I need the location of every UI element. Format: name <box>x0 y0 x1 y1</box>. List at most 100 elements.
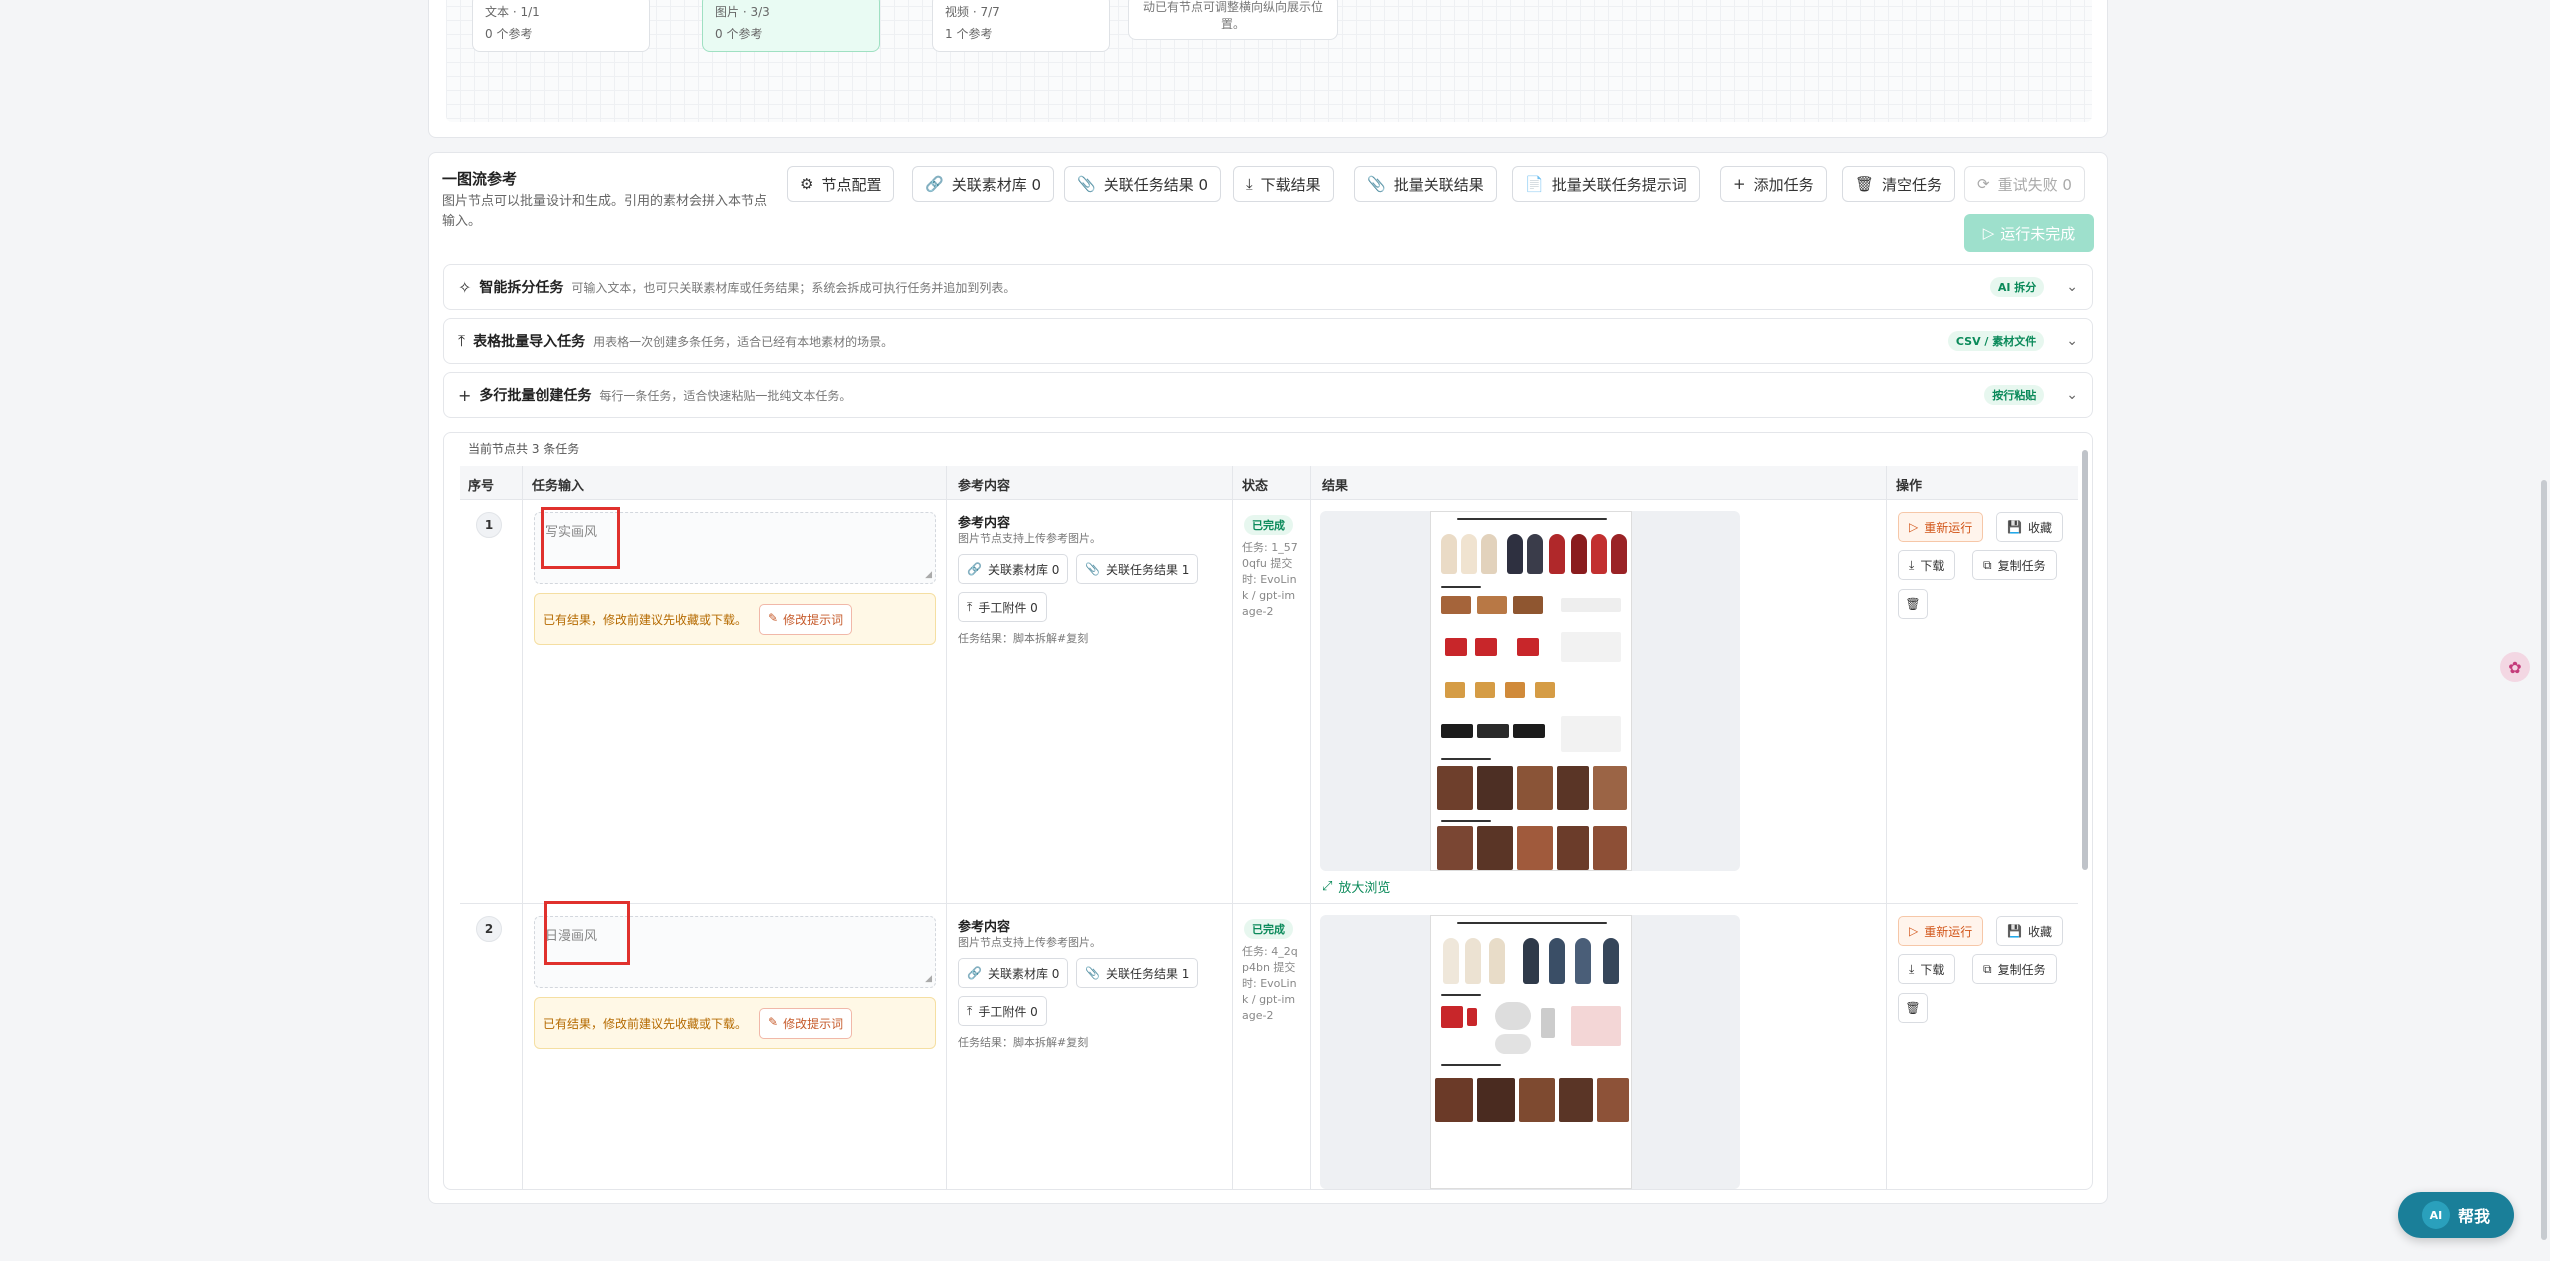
smart-split-section[interactable]: ✧ 智能拆分任务 可输入文本，也可只关联素材库或任务结果；系统会拆成可执行任务并… <box>443 264 2093 310</box>
copy-task-button[interactable]: ⧉ 复制任务 <box>1972 550 2057 580</box>
rerun-label: 重新运行 <box>1924 924 1973 939</box>
node-card-type: 图片 · 3/3 <box>715 5 770 19</box>
ref-link-results-button[interactable]: 📎 关联任务结果 1 <box>1076 554 1199 584</box>
download-button[interactable]: ⤓ 下载 <box>1898 550 1956 580</box>
col-divider <box>522 466 523 1190</box>
collect-label: 收藏 <box>2027 924 2052 939</box>
copy-task-label: 复制任务 <box>1997 558 2046 573</box>
page-scroll-thumb[interactable] <box>2541 480 2547 1240</box>
header-status: 状态 <box>1242 479 1269 494</box>
batch-prompt-button[interactable]: 📄 批量关联任务提示词 <box>1512 166 1700 202</box>
table-scroll-thumb[interactable] <box>2082 450 2088 870</box>
manual-attach-button[interactable]: ⤒ 手工附件 0 <box>958 592 1047 622</box>
copy-task-button[interactable]: ⧉ 复制任务 <box>1972 954 2057 984</box>
retry-failed-button[interactable]: ⟳ 重试失败 0 <box>1964 166 2085 202</box>
manual-attach-button[interactable]: ⤒ 手工附件 0 <box>958 996 1047 1026</box>
save-icon: 💾 <box>2007 924 2022 938</box>
task-count: 当前节点共 3 条任务 <box>468 442 580 456</box>
clear-tasks-button[interactable]: 🗑 清空任务 <box>1842 166 1956 202</box>
add-task-label: 添加任务 <box>1753 175 1814 194</box>
translate-float-icon[interactable]: ✿ <box>2500 652 2530 682</box>
header-result: 结果 <box>1322 479 1349 494</box>
col-divider <box>1886 466 1887 1190</box>
ref-link-library-button[interactable]: 🔗 关联素材库 0 <box>958 958 1069 988</box>
collect-label: 收藏 <box>2027 520 2052 535</box>
node-card-text[interactable]: 文本 · 1/1 0 个参考 <box>472 0 650 52</box>
highlight-box <box>541 507 620 569</box>
run-incomplete-button[interactable]: ▷ 运行未完成 <box>1964 214 2094 252</box>
link-library-label: 关联素材库 0 <box>951 175 1041 194</box>
highlight-box <box>544 901 630 965</box>
link-icon: 🔗 <box>967 966 982 980</box>
rerun-button[interactable]: ▷ 重新运行 <box>1898 916 1984 946</box>
ref-source: 任务结果：脚本拆解#复刻 <box>958 632 1089 645</box>
link-results-button[interactable]: 📎 关联任务结果 0 <box>1064 166 1221 202</box>
node-config-label: 节点配置 <box>821 175 882 194</box>
upload-icon: ⤒ <box>458 331 466 350</box>
resize-handle-icon[interactable]: ◢ <box>925 974 932 984</box>
ref-link-results-button[interactable]: 📎 关联任务结果 1 <box>1076 958 1199 988</box>
play-icon: ▷ <box>1909 520 1919 534</box>
header-actions: 操作 <box>1896 479 1923 494</box>
ai-help-button[interactable]: AI 帮我 <box>2398 1192 2514 1238</box>
pencil-icon: ✎ <box>768 1014 779 1029</box>
download-button[interactable]: ⤓ 下载 <box>1898 954 1956 984</box>
node-config-button[interactable]: ⚙ 节点配置 <box>787 166 895 202</box>
collapsible-title: 智能拆分任务 <box>479 280 564 296</box>
rerun-button[interactable]: ▷ 重新运行 <box>1898 512 1984 542</box>
result-image[interactable] <box>1430 511 1632 871</box>
edit-prompt-label: 修改提示词 <box>783 1016 844 1031</box>
ref-desc: 图片节点支持上传参考图片。 <box>958 936 1101 949</box>
paperclip-icon: 📎 <box>1085 562 1100 576</box>
header-ref: 参考内容 <box>958 479 1011 494</box>
paperclip-icon: 📎 <box>1367 175 1386 193</box>
result-image[interactable] <box>1430 915 1632 1189</box>
expand-icon: ⤢ <box>1322 879 1333 894</box>
retry-failed-label: 重试失败 0 <box>1997 175 2072 194</box>
link-library-button[interactable]: 🔗 关联素材库 0 <box>912 166 1054 202</box>
trash-icon: 🗑 <box>1855 175 1875 193</box>
sliders-icon: ⚙ <box>800 175 814 193</box>
batch-link-button[interactable]: 📎 批量关联结果 <box>1354 166 1497 202</box>
ref-source: 任务结果：脚本拆解#复刻 <box>958 1036 1089 1049</box>
node-card-video[interactable]: 视频 · 7/7 1 个参考 <box>932 0 1110 52</box>
collapsible-title: 多行批量创建任务 <box>479 388 592 404</box>
pencil-icon: ✎ <box>768 610 779 625</box>
manual-attach-label: 手工附件 0 <box>978 1004 1038 1019</box>
collect-button[interactable]: 💾 收藏 <box>1996 512 2063 542</box>
ref-link-library-button[interactable]: 🔗 关联素材库 0 <box>958 554 1069 584</box>
clear-tasks-label: 清空任务 <box>1882 175 1943 194</box>
ai-icon: AI <box>2421 1201 2450 1229</box>
collect-button[interactable]: 💾 收藏 <box>1996 916 2063 946</box>
table-import-section[interactable]: ⤒ 表格批量导入任务 用表格一次创建多条任务，适合已经有本地素材的场景。 CSV… <box>443 318 2093 364</box>
multiline-create-section[interactable]: + 多行批量创建任务 每行一条任务，适合快速粘贴一批纯文本任务。 按行粘贴 ⌄ <box>443 372 2093 418</box>
ref-link-library-label: 关联素材库 0 <box>987 966 1060 981</box>
refresh-icon: ⟳ <box>1977 175 1990 193</box>
node-card-type: 文本 · 1/1 <box>485 5 540 19</box>
trash-icon: 🗑 <box>1905 1001 1921 1015</box>
delete-task-button[interactable]: 🗑 <box>1898 993 1928 1023</box>
ai-help-label: 帮我 <box>2457 1207 2490 1226</box>
edit-prompt-button[interactable]: ✎ 修改提示词 <box>759 1007 853 1039</box>
warning-text: 已有结果，修改前建议先收藏或下载。 <box>543 612 748 627</box>
ref-link-results-label: 关联任务结果 1 <box>1105 966 1190 981</box>
warning-text: 已有结果，修改前建议先收藏或下载。 <box>543 1016 748 1031</box>
collapsible-title: 表格批量导入任务 <box>473 334 586 350</box>
link-icon: 🔗 <box>925 175 944 193</box>
download-results-button[interactable]: ⤓ 下载结果 <box>1233 166 1334 202</box>
copy-icon: ⧉ <box>1983 961 1992 976</box>
zoom-preview-button[interactable]: ⤢ 放大浏览 <box>1322 877 1390 896</box>
status-badge: 已完成 <box>1244 919 1293 939</box>
upload-icon: ⤒ <box>967 1003 973 1018</box>
collapsible-desc: 可输入文本，也可只关联素材库或任务结果；系统会拆成可执行任务并追加到列表。 <box>571 280 1016 295</box>
section-desc: 图片节点可以批量设计和生成。引用的素材会拼入本节点输入。 <box>442 194 768 229</box>
node-card-image[interactable]: 图片 · 3/3 0 个参考 <box>702 0 880 52</box>
manual-attach-label: 手工附件 0 <box>978 600 1038 615</box>
add-task-button[interactable]: + 添加任务 <box>1720 166 1827 202</box>
node-card-refs: 1 个参考 <box>945 27 993 41</box>
delete-task-button[interactable]: 🗑 <box>1898 589 1928 619</box>
copy-task-label: 复制任务 <box>1997 962 2046 977</box>
resize-handle-icon[interactable]: ◢ <box>925 570 932 580</box>
edit-prompt-button[interactable]: ✎ 修改提示词 <box>759 603 853 635</box>
ref-desc: 图片节点支持上传参考图片。 <box>958 532 1101 545</box>
